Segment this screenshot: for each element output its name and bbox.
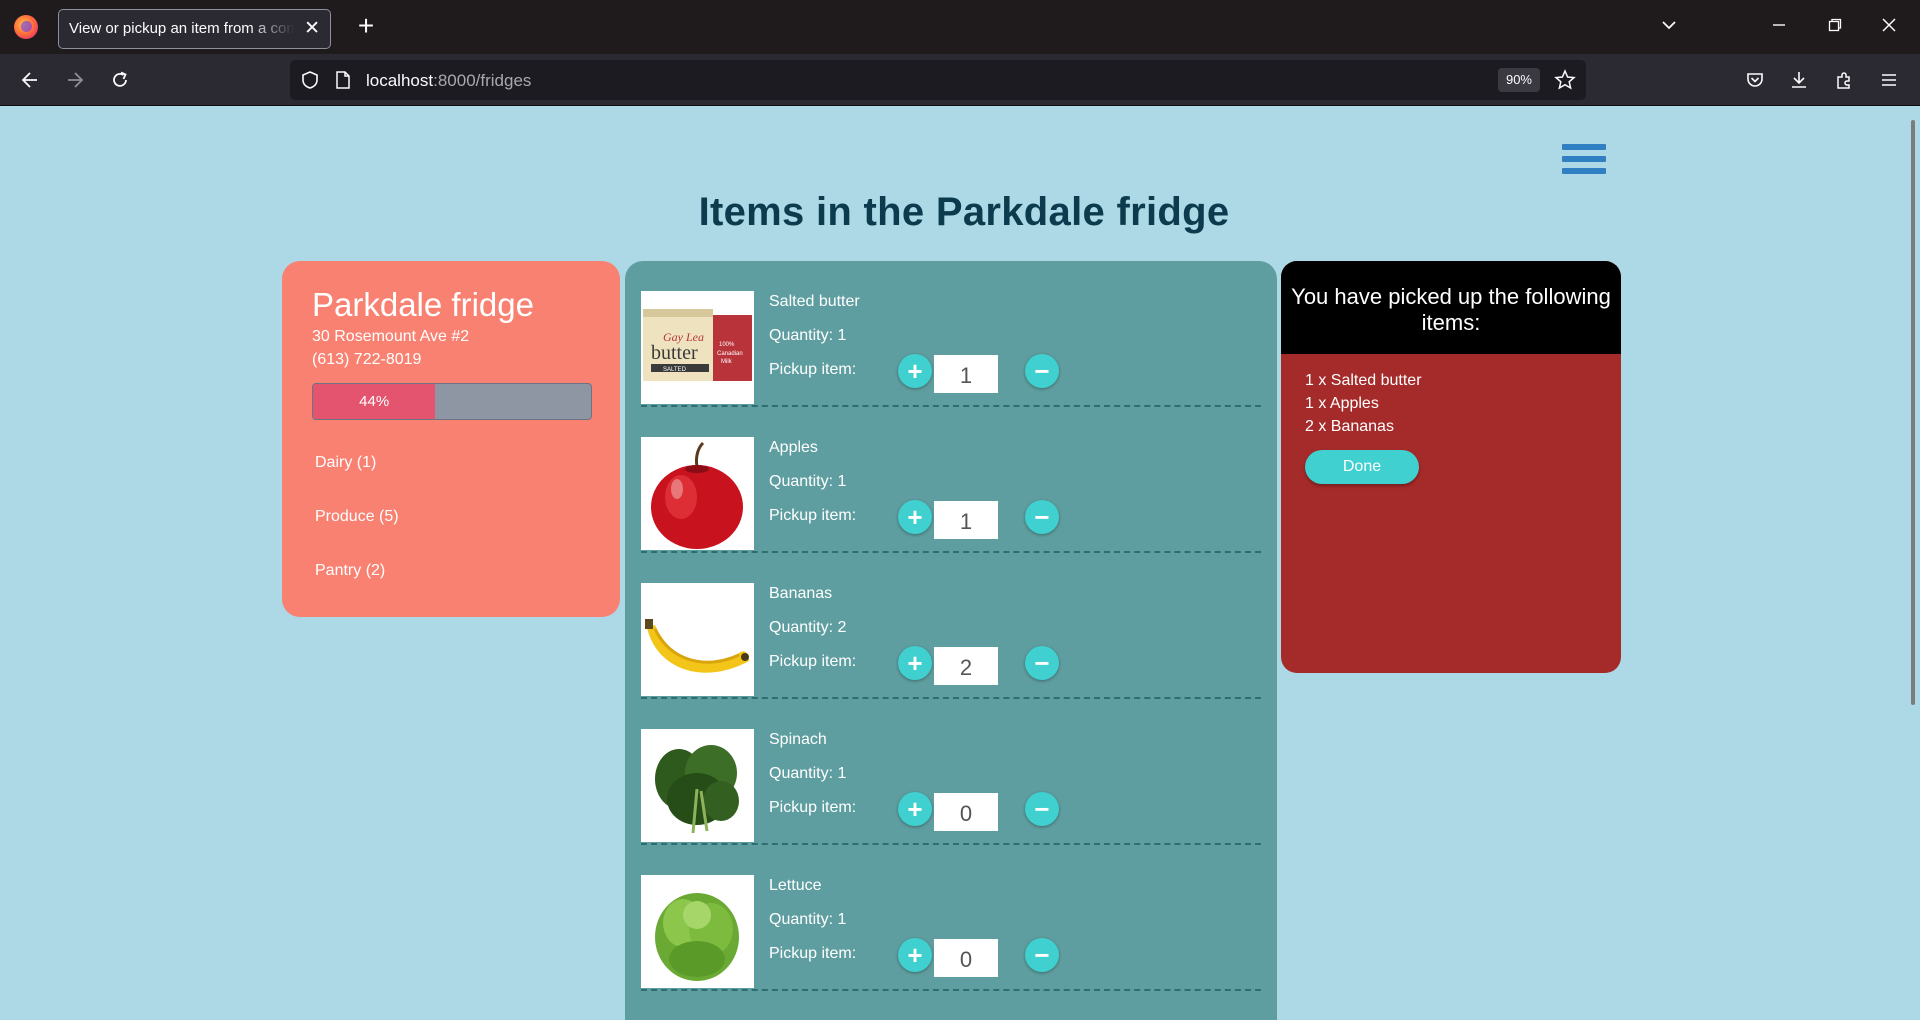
url-text[interactable]: localhost:8000/fridges bbox=[366, 71, 531, 91]
svg-text:Milk: Milk bbox=[721, 359, 733, 365]
browser-tab-strip: View or pickup an item from a community … bbox=[0, 0, 1920, 54]
pickup-item-label: Pickup item: bbox=[769, 361, 857, 378]
lettuce-image bbox=[641, 875, 754, 988]
item-quantity: Quantity: 1 bbox=[769, 327, 847, 344]
list-all-tabs-icon[interactable] bbox=[1660, 16, 1678, 39]
zoom-level-badge[interactable]: 90% bbox=[1497, 68, 1540, 92]
reload-icon[interactable] bbox=[104, 64, 136, 96]
pickup-count-input[interactable]: 0 bbox=[934, 793, 998, 831]
close-window-icon[interactable] bbox=[1880, 16, 1898, 39]
pickup-item-label: Pickup item: bbox=[769, 945, 857, 962]
list-item: Lettuce Quantity: 1 Pickup item: + 0 − bbox=[641, 845, 1261, 991]
pickup-item-label: Pickup item: bbox=[769, 507, 857, 524]
page-title: Items in the Parkdale fridge bbox=[698, 190, 1230, 234]
increase-pickup-button[interactable]: + bbox=[898, 646, 932, 680]
spinach-image bbox=[641, 729, 754, 842]
item-name: Bananas bbox=[769, 585, 833, 602]
category-link-produce[interactable]: Produce (5) bbox=[315, 504, 590, 529]
svg-text:Canadian: Canadian bbox=[717, 351, 743, 357]
fridge-items-list: Gay Lea butter SALTED 100% Canadian Milk… bbox=[625, 261, 1277, 1020]
new-tab-button[interactable]: + bbox=[350, 11, 382, 43]
banana-image bbox=[641, 583, 754, 696]
list-item: Gay Lea butter SALTED 100% Canadian Milk… bbox=[641, 261, 1261, 407]
item-quantity: Quantity: 1 bbox=[769, 473, 847, 490]
firefox-logo-icon bbox=[14, 15, 38, 39]
app-menu-icon[interactable] bbox=[1873, 64, 1905, 96]
browser-tab[interactable]: View or pickup an item from a community … bbox=[58, 9, 331, 49]
url-host: localhost bbox=[366, 71, 434, 90]
pickup-count-input[interactable]: 1 bbox=[934, 355, 998, 393]
item-quantity: Quantity: 1 bbox=[769, 765, 847, 782]
category-link-pantry[interactable]: Pantry (2) bbox=[315, 558, 590, 583]
pocket-icon[interactable] bbox=[1739, 64, 1771, 96]
decrease-pickup-button[interactable]: − bbox=[1025, 938, 1059, 972]
pickup-count-input[interactable]: 2 bbox=[934, 647, 998, 685]
url-bar[interactable]: localhost:8000/fridges 90% bbox=[290, 60, 1586, 100]
site-menu-hamburger-icon[interactable] bbox=[1562, 144, 1606, 184]
downloads-icon[interactable] bbox=[1783, 64, 1815, 96]
capacity-progress-label: 44% bbox=[359, 393, 390, 410]
tab-title: View or pickup an item from a community … bbox=[69, 20, 294, 37]
picked-items-card: You have picked up the following items: … bbox=[1281, 261, 1621, 673]
picked-items-heading: You have picked up the following items: bbox=[1281, 261, 1621, 354]
list-item: Apples Quantity: 1 Pickup item: + 1 − bbox=[641, 407, 1261, 553]
butter-image: Gay Lea butter SALTED 100% Canadian Milk bbox=[641, 291, 754, 404]
item-quantity: Quantity: 2 bbox=[769, 619, 847, 636]
category-link-dairy[interactable]: Dairy (1) bbox=[315, 450, 590, 475]
apple-image bbox=[641, 437, 754, 550]
minimize-window-icon[interactable] bbox=[1770, 16, 1788, 39]
url-path: :8000/fridges bbox=[433, 71, 532, 90]
decrease-pickup-button[interactable]: − bbox=[1025, 792, 1059, 826]
item-name: Lettuce bbox=[769, 877, 822, 894]
capacity-progress-bar: 44% bbox=[312, 383, 592, 420]
picked-item-line: 1 x Apples bbox=[1305, 395, 1379, 412]
increase-pickup-button[interactable]: + bbox=[898, 500, 932, 534]
tab-close-icon[interactable]: ✕ bbox=[304, 17, 320, 41]
page-scrollbar[interactable] bbox=[1911, 120, 1915, 705]
fridge-info-card: Parkdale fridge 30 Rosemount Ave #2 (613… bbox=[282, 261, 620, 617]
shield-icon[interactable] bbox=[300, 70, 320, 95]
browser-navigation-bar: localhost:8000/fridges 90% bbox=[0, 54, 1920, 106]
bookmark-star-icon[interactable] bbox=[1554, 69, 1576, 96]
extensions-icon[interactable] bbox=[1828, 64, 1860, 96]
page-info-icon[interactable] bbox=[334, 70, 352, 95]
svg-text:butter: butter bbox=[651, 342, 698, 364]
svg-text:100%: 100% bbox=[719, 342, 735, 348]
pickup-count-input[interactable]: 1 bbox=[934, 501, 998, 539]
decrease-pickup-button[interactable]: − bbox=[1025, 500, 1059, 534]
fridge-address: 30 Rosemount Ave #2 bbox=[312, 328, 470, 345]
back-arrow-icon[interactable] bbox=[14, 64, 46, 96]
restore-window-icon[interactable] bbox=[1826, 16, 1844, 39]
fridge-name: Parkdale fridge bbox=[312, 286, 534, 323]
pickup-item-label: Pickup item: bbox=[769, 653, 857, 670]
pickup-item-label: Pickup item: bbox=[769, 799, 857, 816]
svg-text:SALTED: SALTED bbox=[663, 367, 687, 373]
increase-pickup-button[interactable]: + bbox=[898, 354, 932, 388]
increase-pickup-button[interactable]: + bbox=[898, 938, 932, 972]
picked-item-line: 2 x Bananas bbox=[1305, 418, 1394, 435]
item-name: Spinach bbox=[769, 731, 827, 748]
picked-items-list: 1 x Salted butter 1 x Apples 2 x Bananas bbox=[1281, 354, 1621, 438]
fridge-phone: (613) 722-8019 bbox=[312, 351, 422, 368]
decrease-pickup-button[interactable]: − bbox=[1025, 354, 1059, 388]
list-item: Spinach Quantity: 1 Pickup item: + 0 − bbox=[641, 699, 1261, 845]
item-quantity: Quantity: 1 bbox=[769, 911, 847, 928]
forward-arrow-icon[interactable] bbox=[59, 64, 91, 96]
done-button[interactable]: Done bbox=[1305, 450, 1419, 484]
decrease-pickup-button[interactable]: − bbox=[1025, 646, 1059, 680]
item-name: Salted butter bbox=[769, 293, 860, 310]
increase-pickup-button[interactable]: + bbox=[898, 792, 932, 826]
picked-item-line: 1 x Salted butter bbox=[1305, 372, 1422, 389]
list-item: Bananas Quantity: 2 Pickup item: + 2 − bbox=[641, 553, 1261, 699]
item-name: Apples bbox=[769, 439, 818, 456]
pickup-count-input[interactable]: 0 bbox=[934, 939, 998, 977]
